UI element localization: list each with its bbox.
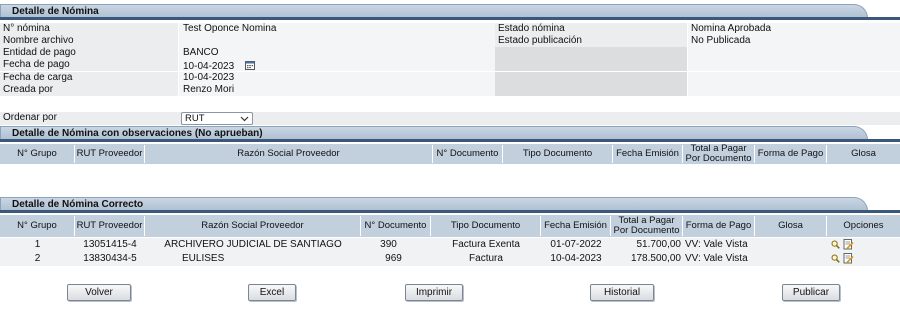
sort-selected-value: RUT (185, 113, 205, 124)
publish-button[interactable]: Publicar (782, 284, 840, 301)
label-estado-publicacion: Estado publicación (495, 35, 687, 47)
cell-opciones (827, 238, 900, 251)
value-nomina: Test Oponce Nomina (179, 23, 495, 35)
col-total: Total a Pagar Por Documento (683, 144, 755, 164)
print-button[interactable]: Imprimir (405, 284, 463, 301)
col-opciones: Opciones (843, 220, 884, 231)
cell-opciones (827, 252, 900, 265)
empty-cell (688, 72, 900, 84)
col-glosa: Glosa (851, 148, 876, 159)
empty-cell (495, 47, 687, 59)
cell-n-documento: 969 (385, 253, 402, 264)
cell-rut: 13830434-5 (83, 253, 137, 264)
empty-cell (688, 84, 900, 96)
cell-total: 51.700,00 (636, 239, 682, 250)
label-fecha-pago: Fecha de pago (0, 59, 178, 71)
observations-table-header: N° Grupo RUT Proveedor Razón Social Prov… (0, 144, 900, 164)
calendar-icon[interactable] (244, 60, 255, 70)
cell-total: 178.500,00 (630, 253, 681, 264)
col-total: Total a Pagar Por Documento (611, 216, 683, 236)
value-fecha-pago-cell: 10-04-2023 (179, 59, 495, 71)
label-nombre-archivo: Nombre archivo (0, 35, 178, 47)
label-fecha-carga: Fecha de carga (0, 72, 178, 84)
excel-button[interactable]: Excel (248, 284, 296, 301)
cell-tipo-documento: Factura Exenta (452, 239, 520, 250)
empty-cell (688, 59, 900, 71)
magnifier-icon[interactable] (831, 254, 840, 263)
detail-section-header: Detalle de Nómina (0, 4, 900, 20)
col-n-documento: N° Documento (433, 145, 503, 163)
document-edit-icon[interactable] (843, 253, 854, 264)
cell-grupo: 2 (34, 253, 41, 264)
magnifier-icon[interactable] (831, 240, 840, 249)
value-creada-por: Renzo Mori (179, 84, 495, 96)
empty-cell (688, 47, 900, 59)
col-n-documento: N° Documento (361, 216, 431, 236)
chevron-down-icon (240, 113, 249, 127)
col-fecha-emision: Fecha Emisión (541, 216, 611, 236)
cell-razon-social: ARCHIVERO JUDICIAL DE SANTIAGO (164, 239, 342, 250)
correct-section-header: Detalle de Nómina Correcto (0, 197, 900, 213)
col-grupo: N° Grupo (0, 216, 75, 236)
observations-section-title: Detalle de Nómina con observaciones (No … (12, 128, 263, 139)
col-forma-pago: Forma de Pago (683, 216, 755, 236)
col-tipo-documento: Tipo Documento (503, 145, 613, 163)
sort-row: Ordenar por (0, 112, 900, 125)
label-entidad-pago: Entidad de pago (0, 47, 178, 59)
col-rut: RUT Proveedor (75, 145, 145, 163)
col-fecha-emision: Fecha Emisión (613, 145, 683, 163)
detail-section-title: Detalle de Nómina (12, 6, 99, 17)
cell-forma-pago: VV: Vale Vista (685, 239, 748, 250)
label-nomina: N° nómina (0, 23, 178, 35)
cell-razon-social: EULISES (182, 253, 225, 264)
col-glosa: Glosa (755, 216, 827, 236)
label-estado-nomina: Estado nómina (495, 23, 687, 35)
col-razon-social: Razón Social Proveedor (145, 216, 361, 236)
empty-cell (495, 84, 687, 96)
cell-glosa (755, 238, 827, 251)
cell-grupo: 1 (34, 239, 41, 250)
back-button[interactable]: Volver (67, 284, 131, 301)
cell-n-documento: 390 (380, 239, 397, 250)
cell-forma-pago: VV: Vale Vista (685, 253, 748, 264)
col-rut: RUT Proveedor (75, 216, 145, 236)
value-estado-nomina: Nomina Aprobada (688, 23, 900, 35)
col-razon-social: Razón Social Proveedor (145, 145, 433, 163)
cell-tipo-documento: Factura (469, 253, 503, 264)
cell-glosa (755, 252, 827, 265)
correct-table-header: N° Grupo RUT Proveedor Razón Social Prov… (0, 215, 900, 237)
document-edit-icon[interactable] (843, 239, 854, 250)
table-row: 2 13830434-5 EULISES 969 Factura 10-04-2… (0, 252, 900, 266)
empty-cell (495, 59, 687, 71)
history-button[interactable]: Historial (590, 284, 654, 301)
correct-section-title: Detalle de Nómina Correcto (12, 199, 144, 210)
label-creada-por: Creada por (0, 84, 178, 96)
value-fecha-carga: 10-04-2023 (179, 72, 495, 84)
value-fecha-pago: 10-04-2023 (183, 61, 235, 71)
cell-fecha-emision: 01-07-2022 (550, 239, 602, 250)
col-grupo: N° Grupo (0, 145, 75, 163)
value-estado-publicacion: No Publicada (688, 35, 900, 47)
value-nombre-archivo (179, 35, 495, 47)
observations-section-header: Detalle de Nómina con observaciones (No … (0, 126, 900, 142)
table-row: 1 13051415-4 ARCHIVERO JUDICIAL DE SANTI… (0, 238, 900, 252)
empty-cell (495, 72, 687, 84)
value-entidad-pago: BANCO (179, 47, 495, 59)
detail-row: Creada por Renzo Mori (0, 84, 900, 97)
col-tipo-documento: Tipo Documento (431, 216, 541, 236)
sort-label: Ordenar por (3, 112, 57, 123)
cell-rut: 13051415-4 (83, 239, 137, 250)
col-forma-pago: Forma de Pago (755, 145, 827, 163)
sort-select[interactable]: RUT (181, 112, 253, 125)
cell-fecha-emision: 10-04-2023 (550, 253, 602, 264)
detail-row: Fecha de pago 10-04-2023 (0, 59, 900, 72)
